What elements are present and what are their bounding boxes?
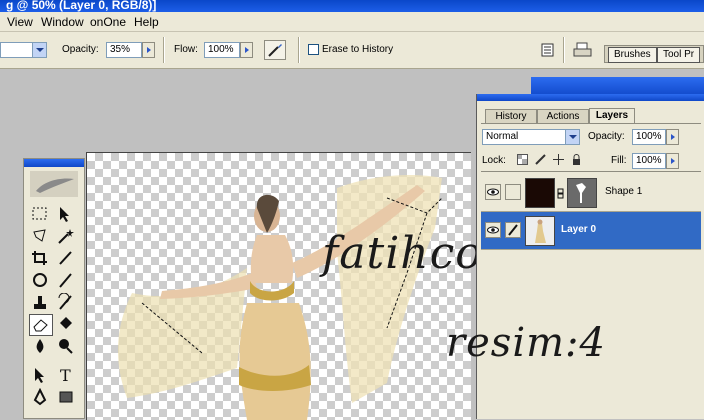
airbrush-icon bbox=[268, 44, 282, 57]
clone-stamp-tool-icon[interactable] bbox=[30, 293, 50, 311]
brushes-well-tab[interactable]: Brushes bbox=[608, 47, 657, 63]
tab-layers[interactable]: Layers bbox=[589, 108, 635, 124]
caption-text: resim:4 bbox=[446, 320, 606, 366]
skirt bbox=[239, 303, 311, 420]
menu-help[interactable]: Help bbox=[134, 15, 159, 29]
pen-tool-icon[interactable] bbox=[30, 387, 50, 406]
document-canvas[interactable] bbox=[86, 152, 471, 420]
history-brush-tool-icon[interactable] bbox=[56, 292, 76, 311]
menu-onone[interactable]: onOne bbox=[90, 15, 126, 29]
layer-opacity-label: Opacity: bbox=[588, 131, 625, 142]
eraser-tool-icon[interactable] bbox=[29, 314, 53, 336]
menu-bar: View Window onOne Help bbox=[0, 12, 704, 32]
blend-mode-select[interactable]: Normal bbox=[482, 129, 567, 145]
layer-thumbnail bbox=[525, 178, 555, 208]
lock-position-icon[interactable] bbox=[553, 154, 564, 165]
menu-window[interactable]: Window bbox=[41, 15, 84, 29]
layer-opacity-slider-button[interactable] bbox=[666, 129, 679, 145]
healing-brush-tool-icon[interactable] bbox=[30, 271, 50, 289]
opacity-slider-button[interactable] bbox=[142, 42, 155, 58]
mode-dropdown-button[interactable] bbox=[32, 42, 47, 58]
blur-tool-icon[interactable] bbox=[30, 337, 50, 355]
separator bbox=[163, 37, 165, 63]
separator bbox=[298, 37, 300, 63]
fill-field[interactable]: 100% bbox=[632, 153, 666, 169]
mode-select[interactable] bbox=[0, 42, 34, 58]
paint-bucket-tool-icon[interactable] bbox=[56, 315, 76, 333]
flow-label: Flow: bbox=[174, 44, 198, 55]
erase-to-history-checkbox[interactable] bbox=[308, 44, 319, 55]
torso bbox=[250, 235, 294, 283]
menu-view[interactable]: View bbox=[7, 15, 33, 29]
layers-palette: History Actions Layers Normal Opacity: 1… bbox=[476, 94, 704, 419]
fill-label: Fill: bbox=[611, 155, 627, 166]
palette-divider bbox=[481, 171, 701, 172]
magic-wand-tool-icon[interactable] bbox=[56, 227, 76, 245]
fill-slider-button[interactable] bbox=[666, 153, 679, 169]
move-tool-icon[interactable] bbox=[56, 205, 76, 223]
layer-row[interactable]: Shape 1 bbox=[481, 174, 701, 212]
chain-link-icon bbox=[557, 188, 564, 199]
marquee-tool-icon[interactable] bbox=[30, 205, 50, 223]
slice-tool-icon[interactable] bbox=[56, 249, 76, 267]
title-bar: g @ 50% (Layer 0, RGB/8)] bbox=[0, 0, 704, 12]
erase-to-history-label: Erase to History bbox=[322, 44, 394, 55]
lock-image-icon[interactable] bbox=[535, 154, 546, 165]
toolbox: T bbox=[23, 158, 85, 419]
dodge-tool-icon[interactable] bbox=[56, 337, 76, 355]
layer-name[interactable]: Shape 1 bbox=[605, 186, 642, 197]
lock-all-icon[interactable] bbox=[571, 154, 582, 165]
lock-label: Lock: bbox=[482, 155, 506, 166]
options-bar: Opacity: 35% Flow: 100% Erase to History… bbox=[0, 32, 704, 69]
brush-link-icon[interactable] bbox=[505, 222, 521, 238]
path-selection-tool-icon[interactable] bbox=[30, 366, 50, 384]
tab-divider bbox=[481, 123, 701, 124]
visibility-eye-icon[interactable] bbox=[485, 222, 501, 238]
layer-opacity-field[interactable]: 100% bbox=[632, 129, 666, 145]
link-toggle[interactable] bbox=[505, 184, 521, 200]
crop-tool-icon[interactable] bbox=[30, 249, 50, 267]
opacity-field[interactable]: 35% bbox=[106, 42, 142, 58]
tab-history[interactable]: History bbox=[485, 109, 537, 124]
file-browser-icon[interactable] bbox=[540, 42, 555, 58]
vector-mask-thumbnail bbox=[567, 178, 597, 208]
tool-presets-well-tab[interactable]: Tool Pr bbox=[657, 47, 701, 63]
lasso-tool-icon[interactable] bbox=[30, 227, 50, 245]
toolbox-title-bar[interactable] bbox=[24, 159, 84, 167]
printer-icon[interactable] bbox=[572, 40, 594, 60]
tab-actions[interactable]: Actions bbox=[537, 109, 589, 124]
svg-text:T: T bbox=[60, 366, 71, 384]
palette-well: Brushes Tool Pr bbox=[604, 45, 704, 63]
flow-field[interactable]: 100% bbox=[204, 42, 240, 58]
visibility-eye-icon[interactable] bbox=[485, 184, 501, 200]
separator bbox=[563, 37, 565, 63]
flow-slider-button[interactable] bbox=[240, 42, 253, 58]
layer-name[interactable]: Layer 0 bbox=[561, 224, 596, 235]
layer-thumbnail bbox=[525, 216, 555, 246]
palette-title-bar[interactable] bbox=[477, 94, 704, 101]
blend-mode-dropdown-button[interactable] bbox=[565, 129, 580, 145]
canvas-artwork bbox=[117, 175, 443, 420]
brush-tool-icon[interactable] bbox=[56, 271, 76, 289]
opacity-label: Opacity: bbox=[62, 44, 99, 55]
lock-transparency-icon[interactable] bbox=[517, 154, 528, 165]
airbrush-toggle-button[interactable] bbox=[264, 40, 286, 60]
layer-row-selected[interactable]: Layer 0 bbox=[481, 212, 701, 250]
feather-logo-icon[interactable] bbox=[30, 171, 78, 197]
rectangle-tool-icon[interactable] bbox=[56, 388, 76, 406]
type-tool-icon[interactable]: T bbox=[56, 366, 76, 385]
bra bbox=[250, 281, 294, 301]
